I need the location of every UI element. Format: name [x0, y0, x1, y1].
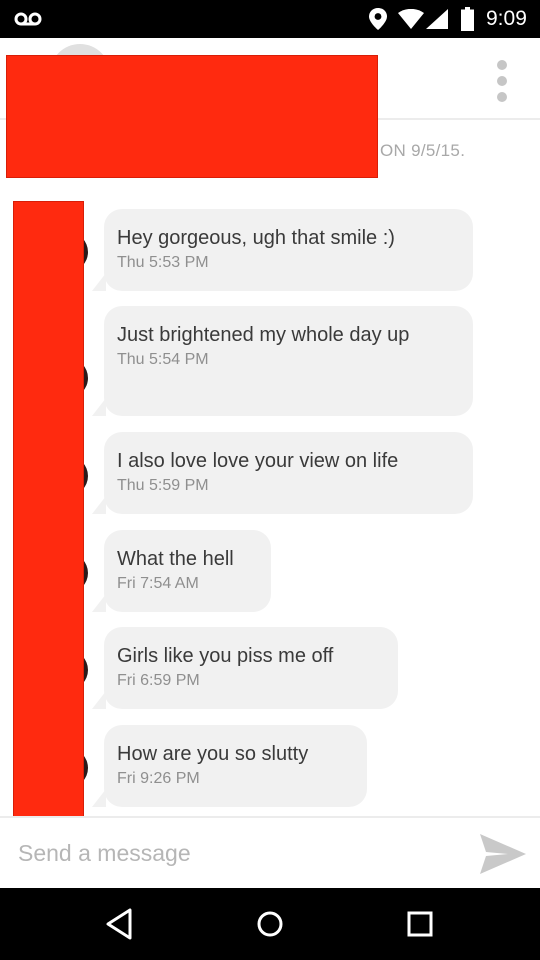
message-bubble[interactable]: I also love love your view on life Thu 5… — [92, 432, 473, 514]
message-time: Fri 7:54 AM — [117, 575, 199, 592]
wifi-icon — [398, 9, 424, 29]
message-time: Thu 5:53 PM — [117, 254, 209, 271]
status-bar: 9:09 — [0, 0, 540, 38]
signal-icon — [426, 9, 448, 29]
message-text: What the hell — [117, 548, 234, 570]
message-text: Hey gorgeous, ugh that smile :) — [117, 227, 395, 249]
message-bubble[interactable]: How are you so slutty Fri 9:26 PM — [92, 725, 367, 807]
redaction-box-header — [6, 55, 378, 178]
system-nav-bar — [0, 888, 540, 960]
message-composer — [0, 816, 540, 890]
more-vert-icon — [497, 60, 507, 70]
message-bubble[interactable]: What the hell Fri 7:54 AM — [92, 530, 271, 612]
voicemail-icon — [14, 12, 42, 26]
message-text: Girls like you piss me off — [117, 645, 334, 667]
status-time: 9:09 — [486, 7, 527, 30]
message-text: How are you so slutty — [117, 743, 309, 765]
screen: 9:09 ON 9/5/15. Hey gorgeous, ugh that s… — [0, 0, 540, 960]
message-text: I also love love your view on life — [117, 450, 399, 472]
location-icon — [369, 8, 387, 30]
message-time: Fri 9:26 PM — [117, 770, 200, 787]
message-bubble[interactable]: Girls like you piss me off Fri 6:59 PM — [92, 627, 398, 709]
battery-icon — [461, 7, 474, 31]
redaction-box-avatars — [13, 201, 84, 827]
send-icon[interactable] — [478, 832, 528, 876]
match-date-label: ON 9/5/15. — [380, 141, 466, 160]
message-input[interactable] — [0, 818, 460, 888]
message-bubble[interactable]: Just brightened my whole day up Thu 5:54… — [92, 306, 473, 416]
message-bubble[interactable]: Hey gorgeous, ugh that smile :) Thu 5:53… — [92, 209, 473, 291]
more-vert-icon-dot — [497, 92, 507, 102]
more-options-button[interactable] — [488, 54, 516, 102]
back-icon[interactable] — [100, 904, 140, 944]
message-text: Just brightened my whole day up — [117, 324, 410, 346]
message-time: Thu 5:54 PM — [117, 351, 209, 368]
home-icon[interactable] — [250, 904, 290, 944]
message-time: Thu 5:59 PM — [117, 477, 209, 494]
message-time: Fri 6:59 PM — [117, 672, 200, 689]
recents-icon[interactable] — [400, 904, 440, 944]
more-vert-icon-dot — [497, 76, 507, 86]
